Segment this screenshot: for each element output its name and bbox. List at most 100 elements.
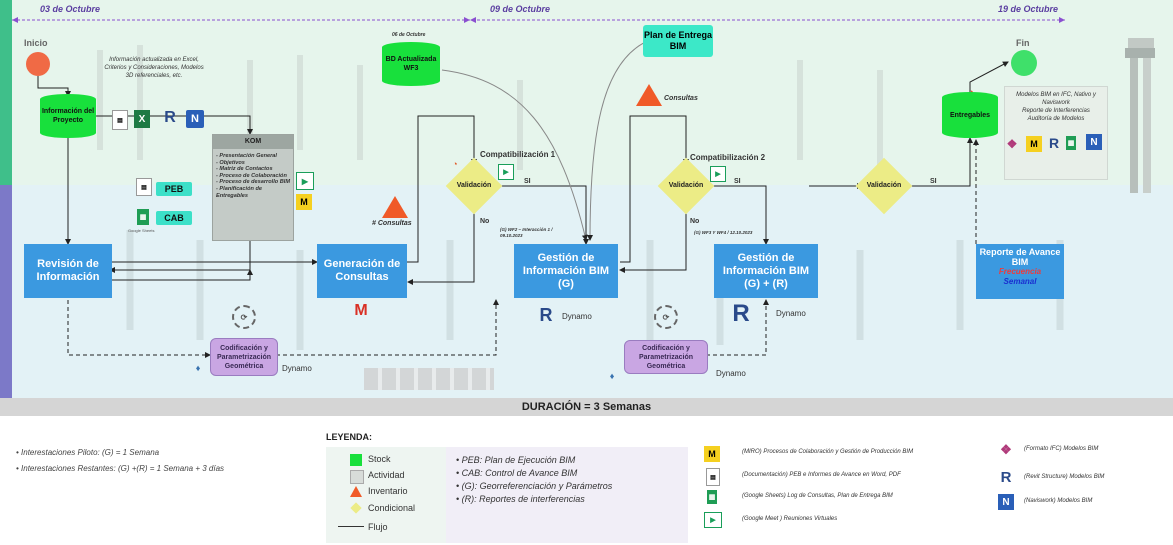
final-note: Modelos BIM en IFC, Nativo y Naviswork R… <box>1016 92 1096 122</box>
validation2-label: Validación <box>668 182 704 189</box>
dynamo-label-3: Dynamo <box>282 364 312 373</box>
legend-sheets-icon: ▦ <box>707 490 717 504</box>
legend-inventory-label: Inventario <box>368 486 408 496</box>
bd-stock: BD Actualizada WF3 <box>382 42 440 86</box>
gestion-gr-activity: Gestión de Información BIM (G) + (R) <box>714 244 818 298</box>
legend-activity-swatch <box>350 470 364 484</box>
consultas-inventory-2 <box>636 84 662 106</box>
footnote-2-text: Interestaciones Restantes: (G) +(R) = 1 … <box>21 464 225 473</box>
note-wf3: (G) WF3 Y WF4 / 12.10.2023 <box>694 230 753 235</box>
process-diagram: 03 de Octubre 09 de Octubre 19 de Octubr… <box>0 0 1173 400</box>
reporte-freq: Frecuencia <box>998 267 1042 276</box>
python-icon-1: ♦ <box>195 363 201 373</box>
legend-flow-swatch <box>338 526 364 527</box>
kom-body: - Presentación General - Objetivos - Mat… <box>216 153 290 199</box>
legend-title: LEYENDA: <box>326 432 373 442</box>
validation1-label: Validación <box>456 182 492 189</box>
abbr-cab-text: CAB: Control de Avance BIM <box>461 468 578 478</box>
abbr-peb-text: PEB: Plan de Ejecución BIM <box>461 455 576 465</box>
revit-icon: R <box>164 109 176 126</box>
legend-meet-icon: ▶ <box>704 512 722 528</box>
legend-app-meet: (Google Meet ) Reuniones Virtuales <box>742 516 838 522</box>
abbr-r: • (R): Reportes de interferencias <box>456 494 585 504</box>
legend-miro-icon: M <box>704 446 720 462</box>
legend-inventory-swatch <box>350 486 362 497</box>
si-label-2: SI <box>734 178 741 185</box>
google-sheets-icon: ▦ <box>137 209 149 225</box>
revision-activity: Revisión de Información <box>24 244 112 298</box>
google-meet-icon-2: ▶ <box>498 164 514 180</box>
legend-app-revit: (Revit Structure) Modelos BIM <box>1024 474 1105 480</box>
revit-icon-2: R <box>539 304 553 325</box>
start-label: Inicio <box>24 38 48 48</box>
plan-entrega-box: Plan de Entrega BIM <box>643 25 713 57</box>
google-meet-icon: ▶ <box>296 172 314 190</box>
codificacion-box-1: Codificación y Parametrización Geométric… <box>210 338 278 376</box>
generacion-activity: Generación de Consultas <box>317 244 407 298</box>
abbr-g-text: (G): Georreferenciación y Parámetros <box>461 481 613 491</box>
miro-icon-2: M <box>1026 136 1042 152</box>
abbr-g: • (G): Georreferenciación y Parámetros <box>456 481 613 491</box>
miro-icon: M <box>296 194 312 210</box>
consultas1-label: # Consultas <box>372 220 412 227</box>
legend-activity-label: Actividad <box>368 470 405 480</box>
gauge-icon-1: ◔ <box>452 159 458 169</box>
navisworks-icon: N <box>186 110 204 128</box>
legend-navisworks-icon: N <box>998 494 1014 510</box>
gantt-thumbnail <box>364 368 494 390</box>
no-label-1: No <box>480 218 490 225</box>
final-note-box: Modelos BIM en IFC, Nativo y Naviswork R… <box>1004 86 1108 180</box>
dynamo-label-1: Dynamo <box>562 312 592 321</box>
legend-doc-icon: ▤ <box>706 468 720 486</box>
bd-date: 06 de Octubre <box>392 32 426 38</box>
legend-flow-label: Flujo <box>368 522 388 532</box>
note-wf2: (G) WF2 – Interacción 1 / 09.10.2023 <box>500 227 553 238</box>
doc-icon-peb: ▤ <box>136 178 152 196</box>
revit-icon-3: R <box>732 300 750 327</box>
si-label-3: SI <box>930 178 937 185</box>
compat1-label: Compatibilización 1 <box>480 150 556 159</box>
dynamo-label-2: Dynamo <box>776 309 806 318</box>
ifc-icon: ❖ <box>1006 137 1018 151</box>
document-icon: ▤ <box>112 110 128 130</box>
reporte-sem: Semanal <box>1003 277 1037 286</box>
gmail-icon: M <box>354 302 368 319</box>
legend-abbreviations: • PEB: Plan de Ejecución BIM • CAB: Cont… <box>456 454 612 506</box>
abbr-r-text: (R): Reportes de interferencias <box>461 494 585 504</box>
duration-bar: DURACIÓN = 3 Semanas <box>0 398 1173 416</box>
consultas-inventory-1 <box>382 196 408 218</box>
si-label-1: SI <box>524 178 531 185</box>
validation3-label: Validación <box>866 182 902 189</box>
project-info-stock: Información del Proyecto <box>40 94 96 138</box>
legend-stock-label: Stock <box>368 454 391 464</box>
kom-activity: KOM - Presentación General - Objetivos -… <box>212 134 294 241</box>
end-label: Fin <box>1016 38 1030 48</box>
consultas2-label: Consultas <box>664 95 698 102</box>
compat2-label: Compatibilización 2 <box>690 153 766 162</box>
abbr-cab: • CAB: Control de Avance BIM <box>456 468 578 478</box>
legend-stock-swatch <box>350 454 362 466</box>
entregables-stock: Entregables <box>942 92 998 138</box>
no-label-2: No <box>690 218 700 225</box>
legend-revit-icon: R <box>1000 468 1012 486</box>
start-node <box>26 52 50 76</box>
cab-pill: CAB <box>156 211 192 225</box>
gestion-g-activity: Gestión de Información BIM (G) <box>514 244 618 298</box>
google-meet-icon-3: ▶ <box>710 166 726 182</box>
excel-icon: X <box>134 110 150 128</box>
legend-app-doc: (Documentación) PEB e Informes de Avance… <box>742 472 901 478</box>
legend-app-ifc: (Formato IFC) Modelos BIM <box>1024 446 1099 452</box>
cycle-icon-2: ⟳ <box>654 305 678 329</box>
legend-app-miro: (MIRO) Procesos de Colaboración y Gestió… <box>742 449 914 455</box>
cycle-icon-1: ⟳ <box>232 305 256 329</box>
codificacion-box-2: Codificación y Parametrización Geométric… <box>624 340 708 374</box>
legend-app-navis: (Naviswork) Modelos BIM <box>1024 498 1093 504</box>
abbr-peb: • PEB: Plan de Ejecución BIM <box>456 455 576 465</box>
legend-app-sheets: (Google Sheets) Log de Consultas, Plan d… <box>742 493 893 499</box>
python-icon-2: ♦ <box>609 371 615 381</box>
revit-icon-4: R <box>1048 135 1060 151</box>
end-node <box>1011 50 1037 76</box>
reporte-avance-activity: Reporte de Avance BIM Frecuencia Semanal <box>976 244 1064 299</box>
footnote-2: • Interestaciones Restantes: (G) +(R) = … <box>16 464 225 473</box>
reporte-title: Reporte de Avance BIM <box>979 247 1061 267</box>
